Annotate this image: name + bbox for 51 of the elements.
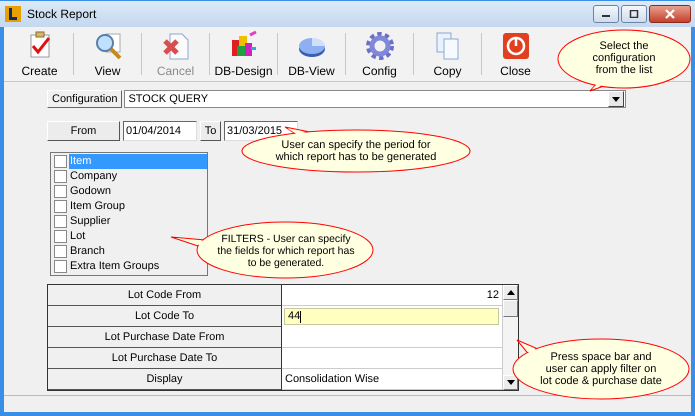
configuration-label: Configuration <box>47 90 122 108</box>
filter-item[interactable]: Godown <box>69 184 111 199</box>
close-icon <box>664 9 676 19</box>
value-input-field[interactable]: 44 <box>284 308 499 325</box>
parameter-label: Lot Code From <box>48 285 282 306</box>
parameter-label: Lot Code To <box>48 306 282 327</box>
callout-text: Press space bar and user can apply filter on lot code & purchase date <box>540 351 662 387</box>
filter-item[interactable]: Supplier <box>69 214 110 229</box>
to-button[interactable]: To <box>200 121 221 141</box>
filter-item[interactable]: Lot <box>69 229 86 244</box>
filter-item[interactable]: Company <box>69 169 118 184</box>
toolbar-button[interactable]: Config <box>346 27 413 81</box>
parameter-label: Lot Purchase Date From <box>48 327 282 348</box>
filter-item[interactable]: Extra Item Groups <box>69 259 160 274</box>
toolbar-button[interactable]: View <box>74 27 141 81</box>
checkbox[interactable] <box>54 230 67 243</box>
value-cell[interactable]: 12 <box>282 285 502 306</box>
value-cell[interactable]: Consolidation Wise <box>282 369 502 390</box>
filter-item[interactable]: Item Group <box>69 199 126 214</box>
checkbox[interactable] <box>54 215 67 228</box>
maximize-button[interactable] <box>621 5 647 23</box>
filter-item[interactable]: Branch <box>69 244 105 259</box>
scroll-thumb[interactable] <box>503 300 518 317</box>
gear-icon <box>364 30 396 62</box>
configuration-dropdown[interactable]: STOCK QUERY <box>124 90 626 108</box>
checkbox[interactable] <box>54 170 67 183</box>
parameter-label: Display <box>48 369 282 390</box>
parameter-label: Lot Purchase Date To <box>48 348 282 369</box>
checkbox[interactable] <box>54 245 67 258</box>
callout-text: FILTERS - User can specify the fields for which report has to be generated. <box>216 233 356 269</box>
checkbox[interactable] <box>54 185 67 198</box>
app-icon <box>5 6 21 22</box>
callout-text: User can specify the period for which report has to be generated <box>274 139 438 163</box>
from-date-field[interactable]: 01/04/2014 <box>123 121 197 141</box>
callout-text: Select the configuration from the list <box>592 40 656 76</box>
toolbar-button[interactable]: DB-Design <box>210 27 277 81</box>
checkbox[interactable] <box>54 200 67 213</box>
close-button[interactable] <box>649 5 691 23</box>
scroll-down-icon[interactable] <box>503 375 518 390</box>
checkbox[interactable] <box>54 260 67 273</box>
scroll-up-icon[interactable] <box>503 285 518 300</box>
toolbar-button[interactable]: Close <box>482 27 549 81</box>
from-button[interactable]: From <box>47 121 120 141</box>
checkbox[interactable] <box>54 155 67 168</box>
toolbar-button[interactable]: DB-View <box>278 27 345 81</box>
toolbar-button[interactable]: Copy <box>414 27 481 81</box>
maximize-icon <box>629 10 639 18</box>
minimize-button[interactable] <box>593 5 619 23</box>
vertical-scrollbar[interactable] <box>502 285 518 390</box>
window-title: Stock Report <box>27 7 96 21</box>
toolbar-button[interactable]: Create <box>6 27 73 81</box>
